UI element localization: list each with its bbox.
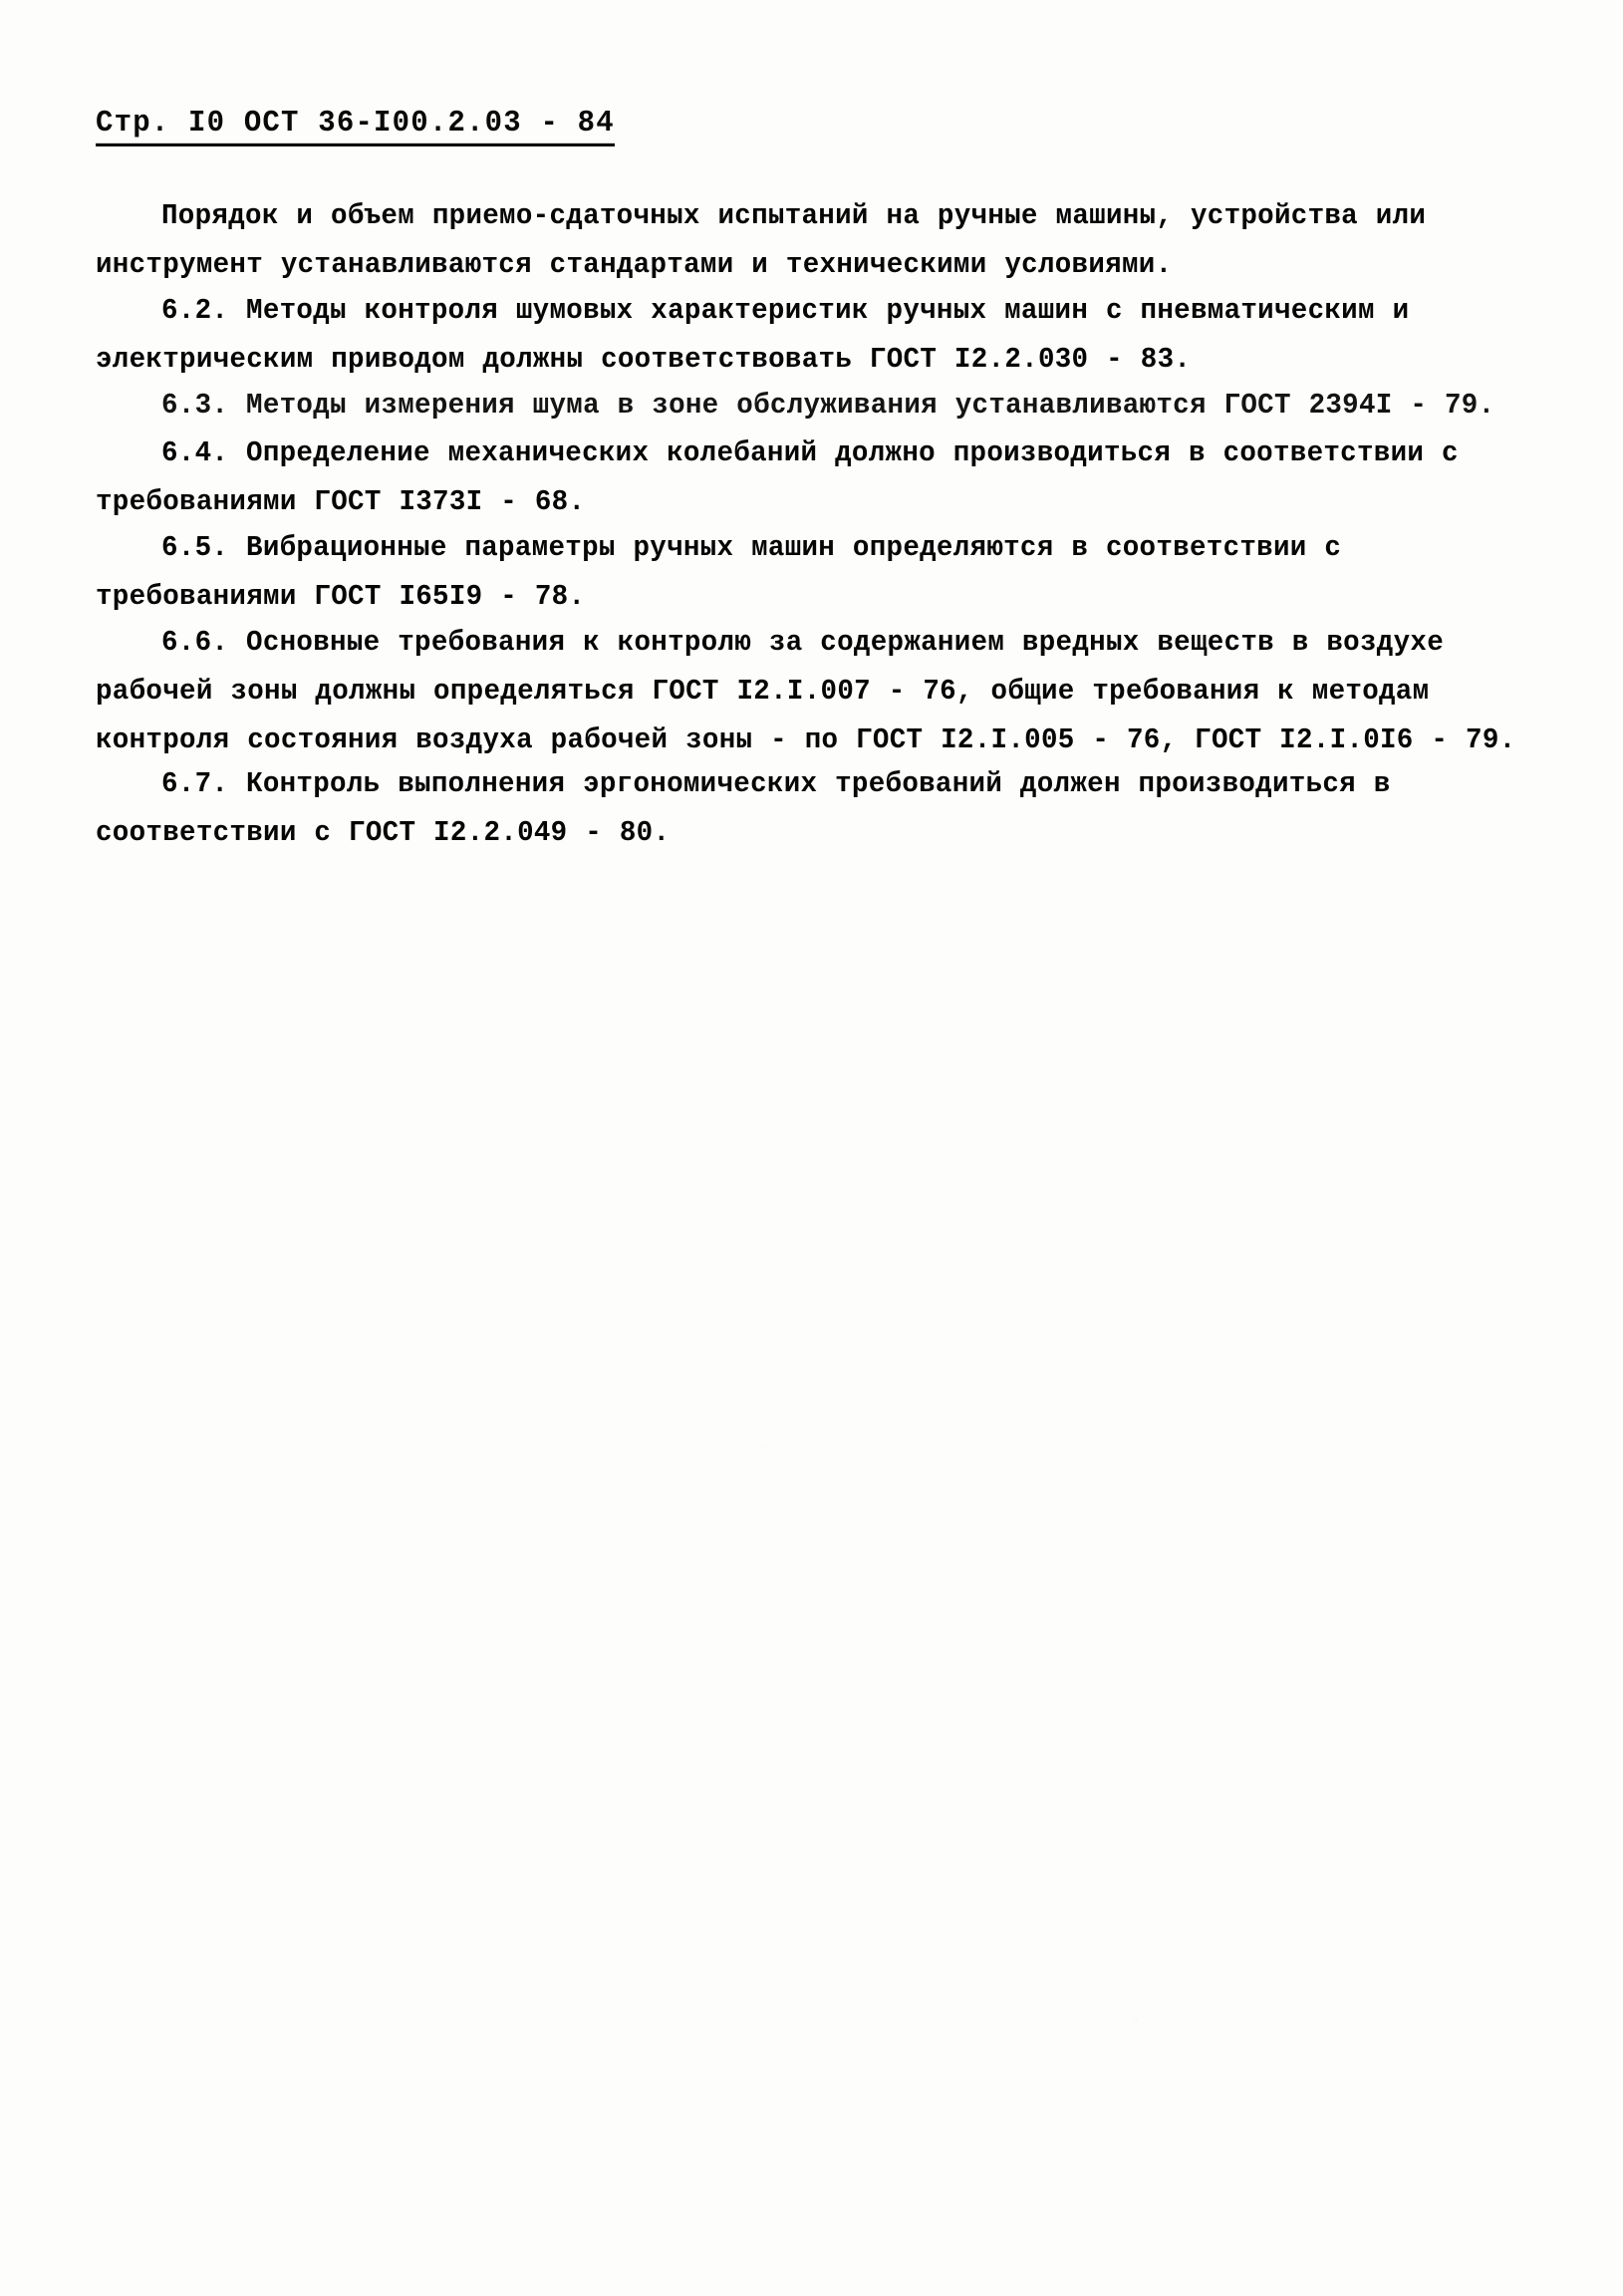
page-content: Стр. I0 ОСТ 36-I00.2.03 - 84 Порядок и о… [96,106,1530,855]
paragraph-6-5: 6.5. Вибрационные параметры ручных машин… [96,532,1359,614]
paragraph-6-3: 6.3. Методы измерения шума в зоне обслуж… [161,390,1495,423]
document-page: Стр. I0 ОСТ 36-I00.2.03 - 84 Порядок и о… [0,0,1623,2296]
page-header-row: Стр. I0 ОСТ 36-I00.2.03 - 84 [96,106,1530,146]
paragraph-intro: Порядок и объем приемо-сдаточных испытан… [96,200,1445,282]
document-body: Порядок и объем приемо-сдаточных испытан… [96,192,1530,854]
paragraph-6-4: 6.4. Определение механических колебаний … [96,437,1477,519]
paragraph-6-2: 6.2. Методы контроля шумовых характерист… [96,295,1428,377]
page-header-standard-line: Стр. I0 ОСТ 36-I00.2.03 - 84 [96,106,615,146]
paragraph-6-7: 6.7. Контроль выполнения эргономических … [96,768,1409,850]
paragraph-6-6: 6.6. Основные требования к контролю за с… [96,627,1516,757]
